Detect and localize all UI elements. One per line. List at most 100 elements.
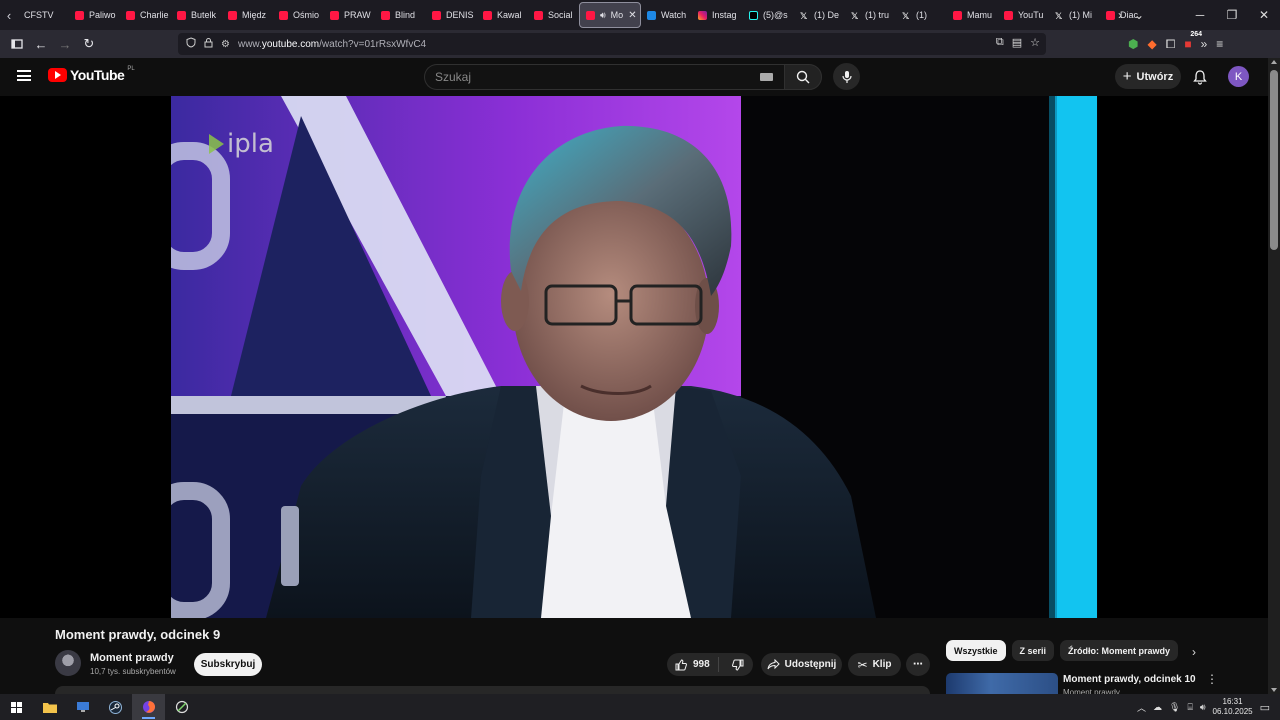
tab-label: (5)@s bbox=[763, 10, 788, 20]
chip-from-series[interactable]: Z serii bbox=[1011, 640, 1055, 661]
onedrive-cloud-icon[interactable]: ☁ bbox=[1153, 702, 1162, 713]
restore-icon[interactable]: ❐ bbox=[1216, 0, 1248, 30]
more-actions-button[interactable]: ⋯ bbox=[906, 653, 930, 676]
tabs-scroll-right-icon[interactable]: › bbox=[1118, 8, 1122, 22]
bookmark-star-icon[interactable]: ☆ bbox=[1030, 36, 1040, 49]
sidebar-toggle-icon[interactable] bbox=[5, 32, 29, 56]
hamburger-menu-icon[interactable]: ≡ bbox=[1216, 37, 1223, 51]
scroll-down-arrow-icon[interactable] bbox=[1271, 688, 1277, 692]
create-button[interactable]: + Utwórz bbox=[1115, 64, 1181, 89]
keyboard-icon[interactable] bbox=[760, 73, 773, 81]
chips-next-icon[interactable]: › bbox=[1192, 645, 1196, 659]
recommended-menu-icon[interactable]: ⋮ bbox=[1206, 672, 1218, 686]
page-scrollbar[interactable] bbox=[1268, 58, 1280, 694]
browser-tab[interactable]: CFSTV bbox=[18, 2, 69, 28]
forward-icon[interactable]: → bbox=[53, 32, 77, 56]
share-button[interactable]: Udostępnij bbox=[761, 653, 842, 676]
browser-tab[interactable]: Kawal bbox=[477, 2, 528, 28]
youtube-logo[interactable]: YouTube PL bbox=[48, 66, 135, 83]
channel-avatar[interactable] bbox=[55, 650, 81, 676]
browser-tab[interactable]: PRAW bbox=[324, 2, 375, 28]
browser-tab[interactable]: 𝕏 (1) De bbox=[794, 2, 845, 28]
chip-from-source[interactable]: Źródło: Moment prawdy bbox=[1060, 640, 1179, 661]
steam-icon[interactable] bbox=[99, 694, 132, 720]
search-input[interactable]: Szukaj bbox=[424, 64, 784, 90]
browser-tab[interactable]: Watch bbox=[641, 2, 692, 28]
microphone-tray-icon[interactable]: 🎙︎ bbox=[1169, 702, 1180, 713]
minimize-icon[interactable]: ─ bbox=[1184, 0, 1216, 30]
recommended-thumbnail[interactable] bbox=[946, 673, 1058, 694]
shield-extension-icon[interactable]: ⬢ bbox=[1128, 37, 1138, 51]
tab-active[interactable]: 🔊︎ Mo ✕ bbox=[579, 2, 641, 28]
browser-tab[interactable]: DENIS bbox=[426, 2, 477, 28]
browser-tab[interactable]: 𝕏 (1) tru bbox=[845, 2, 896, 28]
search-button[interactable] bbox=[784, 64, 822, 90]
permissions-icon[interactable]: ⚙ bbox=[221, 39, 230, 50]
browser-tab[interactable]: Międz bbox=[222, 2, 273, 28]
back-icon[interactable]: ← bbox=[29, 32, 53, 56]
close-window-icon[interactable]: ✕ bbox=[1248, 0, 1280, 30]
reload-icon[interactable]: ↻ bbox=[77, 32, 101, 56]
close-tab-icon[interactable]: ✕ bbox=[628, 10, 636, 21]
thumbs-up-icon bbox=[675, 658, 687, 670]
network-icon[interactable]: ⌸ bbox=[1187, 702, 1192, 713]
app-icon[interactable] bbox=[165, 694, 198, 720]
browser-tab[interactable]: Charlie bbox=[120, 2, 171, 28]
account-avatar[interactable]: K bbox=[1228, 66, 1249, 87]
voice-search-button[interactable] bbox=[833, 63, 860, 90]
start-button[interactable] bbox=[0, 694, 33, 720]
volume-icon[interactable]: 🔊︎ bbox=[1200, 702, 1206, 713]
video-player[interactable]: ipla bbox=[0, 96, 1268, 618]
overflow-menu-icon[interactable]: » bbox=[1201, 37, 1208, 51]
like-count: 998 bbox=[693, 659, 710, 670]
reader-view-icon[interactable]: ▤ bbox=[1012, 36, 1022, 49]
clip-button[interactable]: ✂ Klip bbox=[848, 653, 901, 676]
video-frame[interactable]: ipla bbox=[171, 96, 1098, 618]
picture-in-picture-icon[interactable]: ⧉ bbox=[996, 36, 1004, 49]
browser-tab[interactable]: Ośmio bbox=[273, 2, 324, 28]
recommended-title[interactable]: Moment prawdy, odcinek 10 bbox=[1063, 674, 1196, 685]
youtube-icon bbox=[483, 10, 492, 20]
browser-tab[interactable]: YouTu bbox=[998, 2, 1049, 28]
tab-audio-icon[interactable]: 🔊︎ bbox=[600, 10, 606, 21]
system-clock[interactable]: 16:31 06.10.2025 bbox=[1213, 697, 1253, 717]
notifications-bell-icon[interactable] bbox=[1190, 67, 1210, 87]
firefox-icon[interactable] bbox=[132, 694, 165, 720]
x-icon: 𝕏 bbox=[851, 10, 859, 21]
subscribe-button[interactable]: Subskrybuj bbox=[194, 653, 262, 676]
dislike-button[interactable] bbox=[724, 659, 744, 671]
tracking-shield-icon[interactable] bbox=[186, 37, 196, 51]
lock-icon[interactable] bbox=[204, 37, 213, 51]
tabs-scroll-left-icon[interactable]: ‹ bbox=[0, 0, 18, 30]
browser-tab[interactable]: 𝕏 (1) bbox=[896, 2, 947, 28]
file-explorer-icon[interactable] bbox=[33, 694, 66, 720]
channel-watermark: ipla bbox=[209, 129, 274, 159]
browser-tab[interactable]: Butelk bbox=[171, 2, 222, 28]
tray-overflow-icon[interactable]: ︿ bbox=[1137, 701, 1146, 714]
os-taskbar: ︿ ☁ 🎙︎ ⌸ 🔊︎ 16:31 06.10.2025 ▭ bbox=[0, 694, 1280, 720]
browser-tab[interactable]: (5)@s bbox=[743, 2, 794, 28]
browser-tab[interactable]: Paliwo bbox=[69, 2, 120, 28]
ublock-extension-icon[interactable]: ■ 264 bbox=[1184, 31, 1203, 51]
remote-desktop-icon[interactable] bbox=[66, 694, 99, 720]
browser-tab[interactable]: Mamu bbox=[947, 2, 998, 28]
like-button[interactable]: 998 bbox=[667, 657, 719, 672]
window-controls: ─ ❐ ✕ bbox=[1184, 0, 1280, 30]
scrollbar-thumb[interactable] bbox=[1270, 70, 1278, 250]
browser-tab[interactable]: 𝕏 (1) Mi bbox=[1049, 2, 1100, 28]
tab-label: Ośmio bbox=[293, 10, 320, 20]
channel-name[interactable]: Moment prawdy bbox=[90, 652, 174, 664]
notifications-icon[interactable]: ▭ bbox=[1260, 701, 1270, 714]
chip-all[interactable]: Wszystkie bbox=[946, 640, 1006, 661]
browser-tab[interactable]: Instag bbox=[692, 2, 743, 28]
url-bar[interactable]: ⚙ www.youtube.com/watch?v=01rRsxWfvC4 ⧉ … bbox=[178, 33, 1046, 55]
x-icon: 𝕏 bbox=[800, 10, 808, 21]
fox-extension-icon[interactable]: ◆ bbox=[1147, 37, 1156, 51]
extensions-puzzle-icon[interactable]: ⧠ bbox=[1166, 37, 1176, 52]
browser-tab[interactable]: Social bbox=[528, 2, 579, 28]
description-box[interactable] bbox=[55, 686, 930, 694]
list-all-tabs-icon[interactable]: ⌄ bbox=[1134, 8, 1144, 22]
scroll-up-arrow-icon[interactable] bbox=[1271, 60, 1277, 64]
guide-menu-icon[interactable] bbox=[17, 70, 31, 81]
browser-tab[interactable]: Blind bbox=[375, 2, 426, 28]
